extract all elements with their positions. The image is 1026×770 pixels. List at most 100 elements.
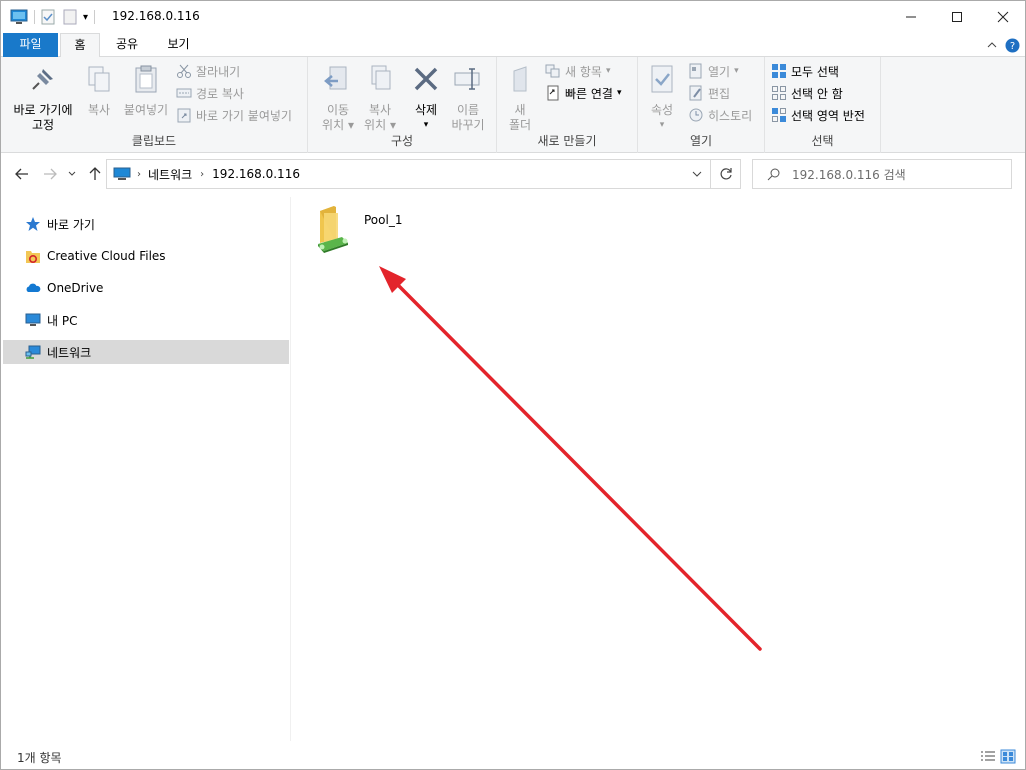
copy-label: 복사 (87, 103, 111, 117)
rename-label-1: 이름 (456, 103, 480, 117)
rename-button[interactable]: 이름 바꾸기 (448, 63, 488, 133)
select-group-label: 선택 (811, 134, 834, 148)
properties-icon (651, 65, 673, 93)
forward-button[interactable] (40, 163, 60, 185)
properties-qa-icon[interactable] (41, 9, 55, 25)
edit-button[interactable]: 편집 (688, 83, 730, 103)
delete-label: 삭제 (414, 103, 438, 117)
pin-to-quick-access-button[interactable]: 바로 가기에 고정 (9, 63, 77, 133)
select-none-button[interactable]: 선택 안 함 (771, 83, 843, 103)
properties-label: 속성 (650, 103, 674, 117)
svg-text:?: ? (1010, 41, 1015, 52)
nav-item-this-pc[interactable]: 내 PC (3, 308, 289, 332)
network-icon (25, 345, 41, 359)
search-icon (767, 168, 780, 180)
move-to-button[interactable]: 이동 위치 ▾ (316, 63, 360, 133)
new-folder-button[interactable]: 새 폴더 (503, 63, 537, 133)
rename-label-2: 바꾸기 (451, 118, 485, 132)
back-button[interactable] (12, 163, 32, 185)
status-bar: 1개 항목 (1, 745, 1025, 769)
back-arrow-icon (15, 168, 28, 180)
open-icon (689, 63, 702, 79)
new-folder-qa-icon[interactable] (63, 9, 77, 25)
pc-icon (25, 313, 41, 326)
paste-button[interactable]: 붙여넣기 (121, 63, 171, 118)
search-box[interactable]: 192.168.0.116 검색 (752, 159, 1012, 189)
paste-shortcut-button[interactable]: 바로 가기 붙여넣기 (176, 105, 292, 125)
select-all-icon (772, 64, 786, 78)
clipboard-group-label: 클립보드 (131, 134, 177, 148)
copy-to-button[interactable]: 복사 위치 ▾ (358, 63, 402, 133)
up-arrow-icon (89, 167, 101, 180)
new-item-label: 새 항목 (565, 64, 602, 79)
scissors-icon (177, 64, 191, 78)
tab-share[interactable]: 공유 (106, 33, 148, 57)
copy-path-button[interactable]: 경로 복사 (176, 83, 244, 103)
tab-file[interactable]: 파일 (3, 33, 58, 57)
maximize-icon (952, 12, 962, 22)
breadcrumb-separator-icon: › (137, 168, 141, 180)
cut-label: 잘라내기 (196, 64, 241, 79)
new-folder-icon (513, 66, 527, 92)
content-pane: Pool_1 (292, 197, 1025, 741)
quick-access-toolbar: ▾ (10, 9, 101, 25)
paste-label: 붙여넣기 (123, 103, 169, 117)
select-none-icon (772, 86, 786, 100)
new-item-icon (545, 64, 560, 78)
nav-item-quick-access[interactable]: 바로 가기 (3, 212, 289, 236)
cut-button[interactable]: 잘라내기 (176, 61, 240, 81)
tab-view[interactable]: 보기 (156, 33, 201, 57)
history-label: 히스토리 (708, 108, 753, 123)
details-view-icon[interactable] (980, 750, 996, 763)
invert-selection-icon (772, 108, 786, 122)
collapse-ribbon-icon[interactable] (987, 40, 997, 50)
history-button[interactable]: 히스토리 (688, 105, 752, 125)
nav-item-onedrive[interactable]: OneDrive (3, 276, 289, 300)
properties-button[interactable]: 속성 ▾ (644, 63, 680, 133)
invert-selection-button[interactable]: 선택 영역 반전 (771, 105, 865, 125)
close-button[interactable] (980, 1, 1026, 33)
title-bar: ▾ 192.168.0.116 (1, 1, 1025, 33)
select-all-button[interactable]: 모두 선택 (771, 61, 839, 81)
pc-address-icon (113, 167, 131, 180)
ribbon: 바로 가기에 고정 복사 붙여넣기 잘라내기 경로 복사 바로 가기 붙여넣기 … (1, 57, 1025, 153)
maximize-button[interactable] (934, 1, 980, 33)
nav-item-label: OneDrive (47, 281, 104, 295)
refresh-button[interactable] (711, 159, 741, 189)
minimize-button[interactable] (888, 1, 934, 33)
help-icon[interactable]: ? (1005, 38, 1020, 53)
open-button[interactable]: 열기 ▾ (688, 61, 739, 81)
breadcrumb-network[interactable]: 네트워크 (148, 166, 192, 183)
address-bar[interactable]: › 네트워크 › 192.168.0.116 (106, 159, 711, 189)
qa-dropdown-icon[interactable]: ▾ (83, 12, 88, 23)
edit-icon (689, 85, 702, 101)
breadcrumb-host[interactable]: 192.168.0.116 (212, 167, 300, 181)
copy-to-icon (371, 65, 391, 90)
nav-item-network[interactable]: 네트워크 (3, 340, 289, 364)
easy-access-button[interactable]: 빠른 연결 ▾ (545, 83, 622, 103)
minimize-icon (906, 16, 916, 18)
paste-shortcut-icon (177, 108, 191, 123)
nav-item-creative-cloud[interactable]: Creative Cloud Files (3, 244, 289, 268)
address-dropdown-icon[interactable] (692, 171, 702, 178)
open-label: 열기 (708, 64, 731, 79)
recent-locations-button[interactable] (65, 163, 79, 185)
up-button[interactable] (85, 163, 105, 185)
easy-access-label: 빠른 연결 (565, 86, 613, 101)
close-icon (997, 11, 1009, 23)
large-icons-view-icon[interactable] (1000, 749, 1016, 764)
explorer-window: ▾ 192.168.0.116 파일 홈 공유 보기 ? 바로 가기에 고정 복… (0, 0, 1026, 770)
delete-button[interactable]: 삭제 ▾ (408, 63, 444, 133)
chevron-down-icon (68, 171, 76, 176)
star-icon (26, 217, 40, 231)
window-title: 192.168.0.116 (112, 9, 200, 23)
tab-home[interactable]: 홈 (60, 33, 100, 58)
clipboard-group: 바로 가기에 고정 복사 붙여넣기 잘라내기 경로 복사 바로 가기 붙여넣기 … (1, 57, 308, 153)
delete-x-icon (414, 67, 438, 91)
new-folder-label-1: 새 (514, 103, 526, 117)
copy-path-icon (176, 88, 192, 98)
new-group: 새 폴더 새 항목 ▾ 빠른 연결 ▾ 새로 만들기 (497, 57, 638, 153)
copy-button[interactable]: 복사 (81, 63, 117, 118)
new-item-button[interactable]: 새 항목 ▾ (545, 61, 610, 81)
invert-selection-label: 선택 영역 반전 (791, 108, 865, 123)
